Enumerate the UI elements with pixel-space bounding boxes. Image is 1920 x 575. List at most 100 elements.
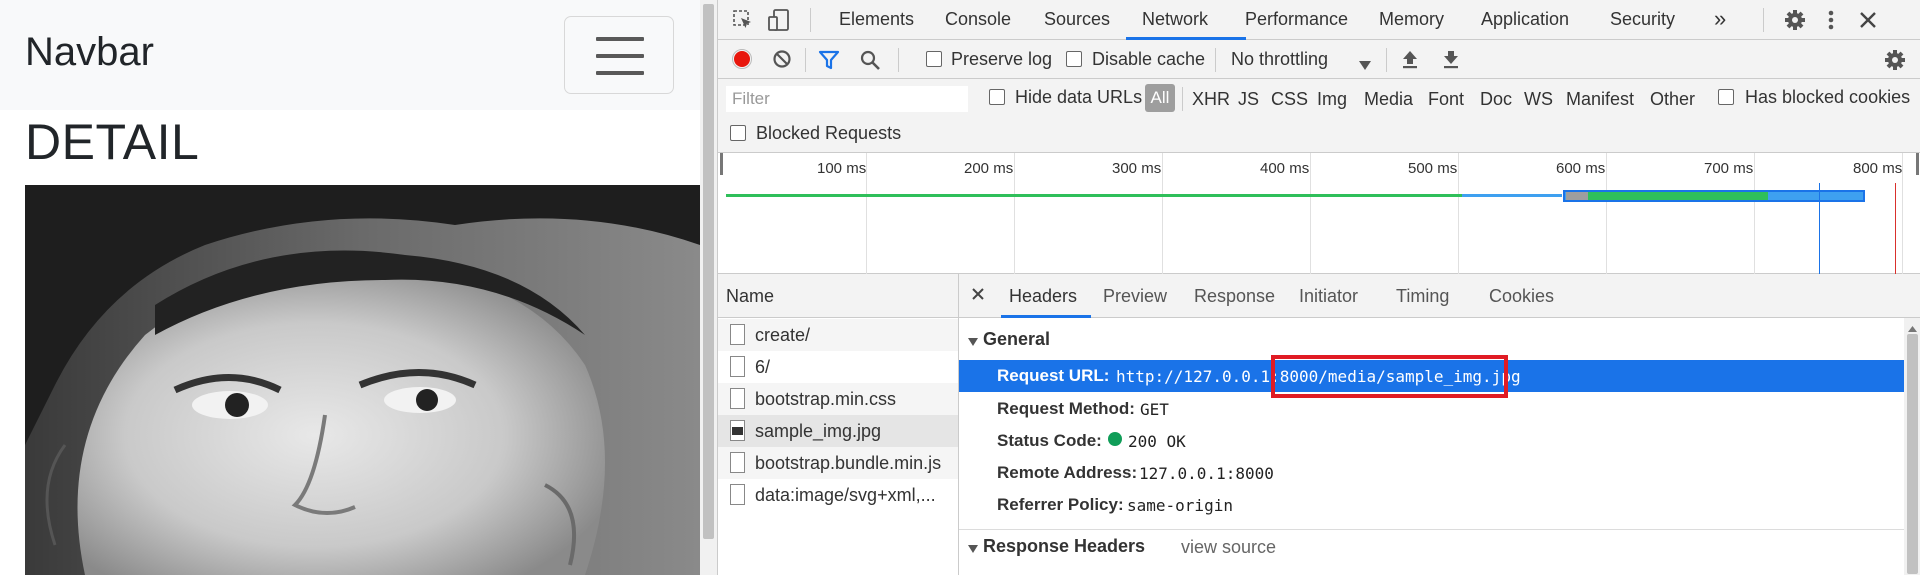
page-heading: DETAIL [25, 114, 200, 170]
tick-label: 600 ms [1556, 160, 1606, 177]
request-row[interactable]: data:image/svg+xml,... [718, 479, 958, 511]
hide-data-urls-checkbox[interactable] [989, 89, 1005, 105]
filter-ws[interactable]: WS [1524, 89, 1553, 110]
status-code-label: Status Code: [997, 431, 1102, 450]
tab-network[interactable]: Network [1142, 9, 1208, 30]
expand-triangle-icon[interactable] [968, 545, 978, 553]
response-headers-section-title[interactable]: Response Headers [983, 536, 1145, 557]
name-column-header[interactable]: Name [718, 274, 958, 318]
import-har-icon[interactable] [1401, 48, 1419, 75]
tab-elements[interactable]: Elements [839, 9, 914, 30]
grid-line [1458, 153, 1459, 274]
separator [1386, 48, 1387, 72]
tab-preview[interactable]: Preview [1103, 286, 1167, 307]
settings-gear-icon[interactable] [1783, 8, 1807, 37]
script-file-icon [730, 452, 745, 473]
details-tabbar: Headers Preview Response Initiator Timin… [959, 274, 1920, 318]
request-row-selected[interactable]: sample_img.jpg [718, 415, 958, 447]
close-devtools-icon[interactable] [1858, 10, 1878, 35]
overview-left-handle[interactable] [720, 153, 723, 175]
tick-label: 500 ms [1408, 160, 1458, 177]
tab-console[interactable]: Console [945, 9, 1011, 30]
separator [1763, 8, 1764, 32]
preserve-log-checkbox[interactable] [926, 51, 942, 67]
tab-application[interactable]: Application [1481, 9, 1569, 30]
tick-label: 300 ms [1112, 160, 1162, 177]
kebab-menu-icon[interactable] [1826, 9, 1836, 36]
has-blocked-cookies-checkbox[interactable] [1718, 89, 1734, 105]
grid-line [1014, 153, 1015, 274]
filter-xhr[interactable]: XHR [1192, 89, 1230, 110]
grid-line [1754, 153, 1755, 274]
request-url-label: Request URL: [997, 366, 1110, 385]
page-scrollbar-thumb[interactable] [703, 4, 714, 539]
details-scrollbar-thumb[interactable] [1907, 334, 1918, 574]
filter-input[interactable] [726, 86, 968, 112]
expand-triangle-icon[interactable] [968, 338, 978, 346]
network-settings-gear-icon[interactable] [1883, 48, 1907, 77]
overview-right-handle[interactable] [1916, 153, 1919, 175]
filter-doc[interactable]: Doc [1480, 89, 1512, 110]
request-row[interactable]: create/ [718, 319, 958, 351]
search-icon[interactable] [859, 49, 881, 76]
devtools-panel: Elements Console Sources Network Perform… [717, 0, 1920, 575]
request-bar [726, 194, 1322, 197]
export-har-icon[interactable] [1442, 48, 1460, 75]
separator [810, 8, 811, 32]
request-name: data:image/svg+xml,... [755, 485, 936, 505]
tab-timing[interactable]: Timing [1396, 286, 1449, 307]
tick-label: 100 ms [817, 160, 867, 177]
request-row[interactable]: bootstrap.bundle.min.js [718, 447, 958, 479]
close-details-icon[interactable] [971, 285, 985, 306]
filter-media[interactable]: Media [1364, 89, 1413, 110]
filter-icon[interactable] [818, 49, 840, 76]
menu-bar [596, 54, 644, 58]
filter-other[interactable]: Other [1650, 89, 1695, 110]
chevron-down-icon[interactable] [1359, 55, 1371, 76]
filter-css[interactable]: CSS [1271, 89, 1308, 110]
tab-security[interactable]: Security [1610, 9, 1675, 30]
disable-cache-label: Disable cache [1092, 49, 1206, 69]
hide-data-urls-label: Hide data URLs [1015, 87, 1143, 107]
document-file-icon [730, 324, 745, 345]
request-row[interactable]: bootstrap.min.css [718, 383, 958, 415]
timeline-overview[interactable]: 100 ms 200 ms 300 ms 400 ms 500 ms 600 m… [718, 153, 1920, 274]
view-source-link[interactable]: view source [1181, 537, 1276, 558]
devtools-tabbar: Elements Console Sources Network Perform… [718, 0, 1920, 40]
navbar-brand[interactable]: Navbar [25, 30, 154, 75]
device-toolbar-icon[interactable] [767, 8, 791, 37]
record-icon[interactable] [731, 48, 753, 75]
filter-font[interactable]: Font [1428, 89, 1464, 110]
blocked-requests-checkbox[interactable] [730, 125, 746, 141]
clear-icon[interactable] [772, 49, 792, 74]
tab-performance[interactable]: Performance [1245, 9, 1348, 30]
tab-sources[interactable]: Sources [1044, 9, 1110, 30]
has-blocked-cookies-label: Has blocked cookies [1745, 87, 1911, 107]
more-tabs-button[interactable]: » [1714, 6, 1726, 32]
tab-memory[interactable]: Memory [1379, 9, 1444, 30]
filter-all-button[interactable]: All [1145, 84, 1175, 112]
navbar-toggler-button[interactable] [564, 16, 674, 94]
tab-cookies[interactable]: Cookies [1489, 286, 1554, 307]
menu-bar [596, 37, 644, 41]
section-divider [959, 529, 1904, 530]
details-scrollbar[interactable] [1904, 318, 1920, 575]
page-scrollbar[interactable] [700, 0, 717, 575]
blocked-requests-label: Blocked Requests [756, 123, 902, 143]
inspect-element-icon[interactable] [732, 9, 754, 36]
filter-manifest[interactable]: Manifest [1566, 89, 1634, 110]
filter-js[interactable]: JS [1238, 89, 1259, 110]
request-details: Headers Preview Response Initiator Timin… [959, 274, 1920, 575]
tab-initiator[interactable]: Initiator [1299, 286, 1358, 307]
tab-response[interactable]: Response [1194, 286, 1275, 307]
remote-address-label: Remote Address: [997, 463, 1138, 482]
filter-img[interactable]: Img [1317, 89, 1347, 110]
scroll-up-icon[interactable] [1907, 318, 1918, 332]
tab-headers[interactable]: Headers [1009, 286, 1077, 307]
separator [898, 48, 899, 72]
general-section-title[interactable]: General [983, 329, 1050, 350]
throttling-select[interactable]: No throttling [1231, 49, 1328, 70]
request-row[interactable]: 6/ [718, 351, 958, 383]
disable-cache-checkbox[interactable] [1066, 51, 1082, 67]
portrait-image [25, 185, 700, 575]
